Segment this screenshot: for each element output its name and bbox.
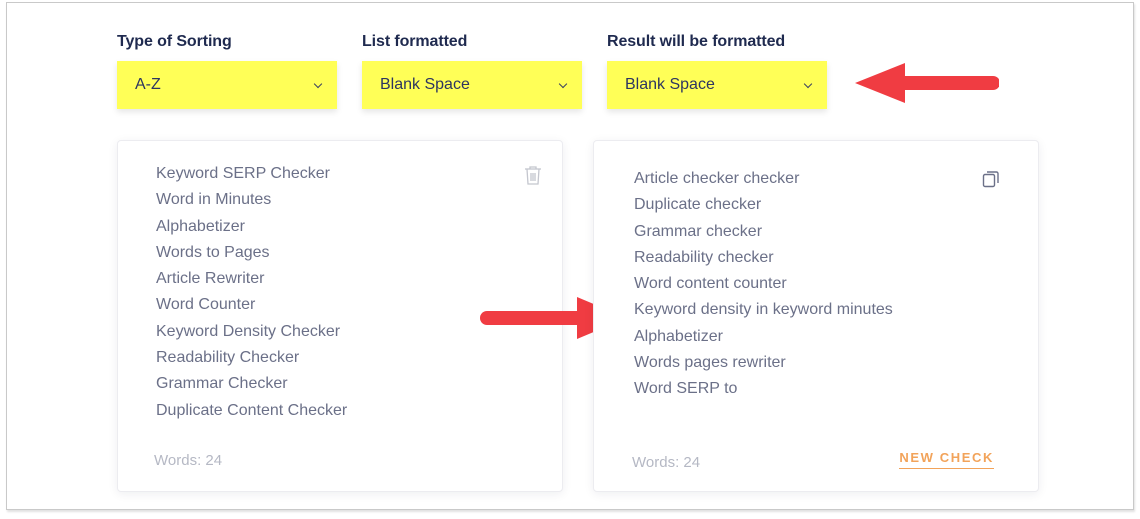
list-item: Alphabetizer xyxy=(634,327,723,345)
list-item: Keyword SERP Checker xyxy=(156,165,330,182)
list-item: Duplicate Content Checker xyxy=(156,401,348,419)
list-format-field: List formatted Blank Space xyxy=(362,31,582,109)
screenshot-frame: Type of Sorting A-Z List formatted Blank… xyxy=(6,2,1134,510)
list-item: Article checker checker xyxy=(634,170,800,187)
clear-button[interactable] xyxy=(524,165,542,190)
chevron-down-icon xyxy=(558,79,568,89)
input-word-count: Words: 24 xyxy=(154,452,223,469)
chevron-down-icon xyxy=(313,79,323,89)
list-item: Grammar Checker xyxy=(156,375,288,393)
list-item: Word SERP to xyxy=(634,380,738,398)
sorting-type-select[interactable]: A-Z xyxy=(117,61,337,109)
result-format-value: Blank Space xyxy=(625,76,715,93)
list-item: Readability checker xyxy=(634,248,774,266)
copy-icon xyxy=(982,171,999,188)
result-format-label: Result will be formatted xyxy=(607,33,786,50)
output-panel: Article checker checker Duplicate checke… xyxy=(593,140,1039,492)
list-item: Keyword density in keyword minutes xyxy=(634,301,893,319)
sorting-type-field: Type of Sorting A-Z xyxy=(117,31,337,109)
trash-icon xyxy=(525,166,541,185)
input-list[interactable]: Keyword SERP Checker Word in Minutes Alp… xyxy=(156,161,347,424)
list-item: Words pages rewriter xyxy=(634,354,786,372)
list-item: Words to Pages xyxy=(156,243,270,261)
list-item: Word content counter xyxy=(634,275,787,293)
list-item: Readability Checker xyxy=(156,349,300,367)
list-item: Word in Minutes xyxy=(156,191,272,209)
list-item: Duplicate checker xyxy=(634,196,762,214)
list-format-select[interactable]: Blank Space xyxy=(362,61,582,109)
list-item: Keyword Density Checker xyxy=(156,322,341,340)
sorting-type-value: A-Z xyxy=(135,76,161,93)
list-item: Article Rewriter xyxy=(156,270,265,288)
list-item: Word Counter xyxy=(156,296,256,314)
result-format-field: Result will be formatted Blank Space xyxy=(607,31,827,109)
output-word-count: Words: 24 xyxy=(632,454,701,471)
copy-button[interactable] xyxy=(982,170,1000,193)
list-item: Alphabetizer xyxy=(156,217,245,235)
result-format-select[interactable]: Blank Space xyxy=(607,61,827,109)
list-format-value: Blank Space xyxy=(380,76,470,93)
sorting-type-label: Type of Sorting xyxy=(117,33,232,50)
list-item: Grammar checker xyxy=(634,222,763,240)
output-list[interactable]: Article checker checker Duplicate checke… xyxy=(634,166,893,403)
new-check-button[interactable]: NEW CHECK xyxy=(899,450,994,469)
list-format-label: List formatted xyxy=(362,33,468,50)
annotation-arrow-left-icon xyxy=(855,63,999,103)
chevron-down-icon xyxy=(803,79,813,89)
